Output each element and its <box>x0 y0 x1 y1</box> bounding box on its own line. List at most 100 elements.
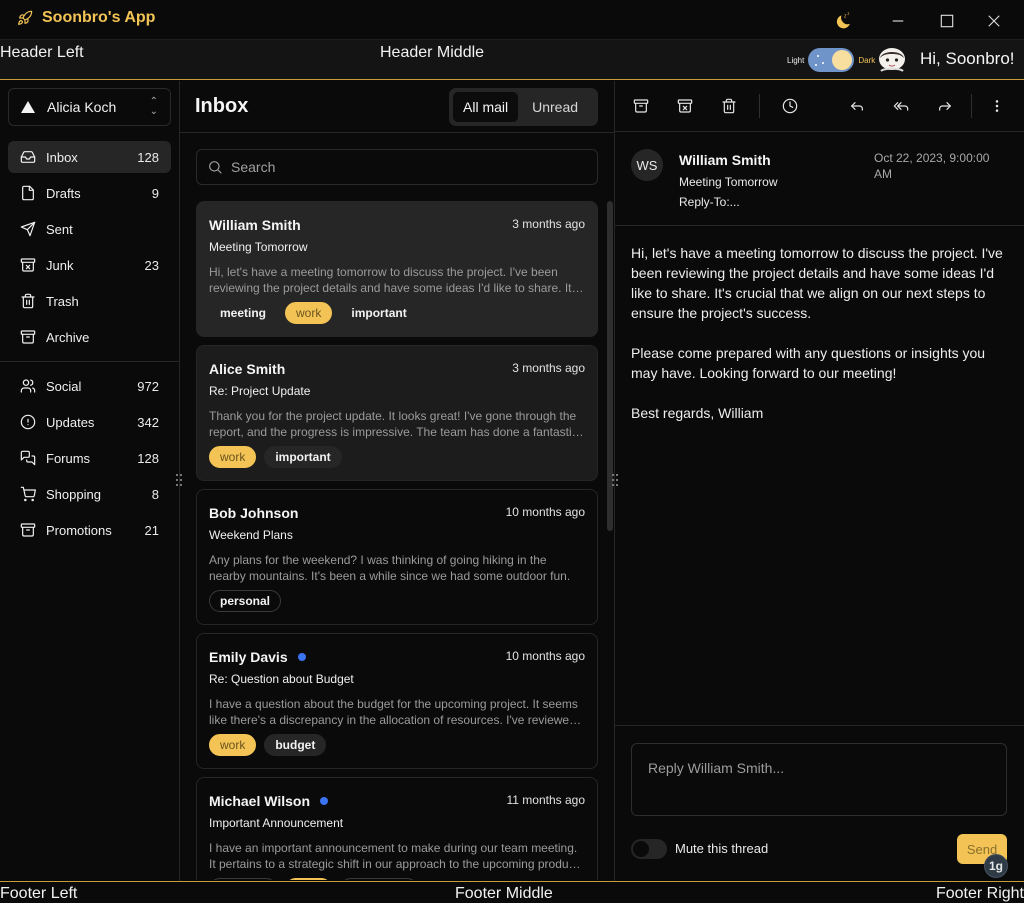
search-box <box>196 149 598 185</box>
sidebar-item-count: 128 <box>137 450 159 466</box>
sidebar-item-count: 9 <box>151 185 159 201</box>
mail-subject: Meeting Tomorrow <box>209 240 308 254</box>
mail-item[interactable]: Alice Smith 3 months ago Re: Project Upd… <box>196 345 598 481</box>
search-input[interactable] <box>231 159 571 175</box>
sidebar-item-drafts[interactable]: Drafts 9 <box>8 177 171 209</box>
minimize-button[interactable] <box>887 10 909 32</box>
account-switcher[interactable]: Alicia Koch ⌃ ⌄ <box>8 88 171 126</box>
mail-sender-name: Bob Johnson <box>209 505 299 521</box>
message-body: Hi, let's have a meeting tomorrow to dis… <box>631 243 1011 443</box>
footer-right: Footer Right <box>935 885 1024 902</box>
sidebar-item-junk[interactable]: Junk 23 <box>8 249 171 281</box>
tag[interactable]: work <box>209 734 257 756</box>
message-paragraph: Hi, let's have a meeting tomorrow to dis… <box>631 245 1003 321</box>
messages-icon <box>20 450 36 466</box>
message-subject: Meeting Tomorrow <box>679 175 778 189</box>
greeting: Hi, Soonbro! <box>920 49 1015 68</box>
reply-input[interactable] <box>631 743 1007 816</box>
sidebar-divider <box>0 361 180 362</box>
mail-preview: I have a question about the budget for t… <box>209 697 578 727</box>
close-button[interactable] <box>983 10 1005 32</box>
message-date: Oct 22, 2023, 9:00:00 AM <box>874 151 990 181</box>
vercel-logo-icon <box>21 101 35 113</box>
sidebar-item-label: Archive <box>46 329 90 345</box>
archive-x-icon <box>20 258 36 272</box>
floating-badge[interactable]: 1g <box>984 854 1008 878</box>
primary-nav: Inbox 128 Drafts 9 Sent Junk 23 Trash Ar… <box>8 141 171 357</box>
trash-button[interactable] <box>720 97 738 115</box>
app-footer: Footer Left Footer Middle Footer Right <box>0 881 1024 902</box>
mail-tags: work budget <box>209 734 327 756</box>
sidebar-item-forums[interactable]: Forums 128 <box>8 442 171 474</box>
archive-icon <box>633 99 649 113</box>
clock-icon <box>782 98 798 114</box>
sidebar-item-sent[interactable]: Sent <box>8 213 171 245</box>
toolbar-divider <box>971 94 972 118</box>
message-header: WS William Smith Meeting Tomorrow Reply-… <box>615 132 1024 226</box>
mail-sender: William Smith <box>209 217 301 233</box>
mute-thread-label: Mute this thread <box>675 841 769 856</box>
night-mode-icon[interactable]: zz <box>833 10 855 32</box>
sidebar-item-count: 342 <box>137 414 159 430</box>
page-title: Inbox <box>195 95 249 117</box>
tag[interactable]: important <box>264 446 342 468</box>
svg-text:z: z <box>847 11 849 16</box>
sidebar-item-social[interactable]: Social 972 <box>8 370 171 402</box>
secondary-nav: Social 972 Updates 342 Forums 128 Shoppi… <box>8 370 171 550</box>
sender-name: William Smith <box>679 152 771 168</box>
title-bar: Soonbro's App zz <box>0 0 1024 40</box>
sidebar-item-label: Promotions <box>46 522 112 538</box>
sidebar-item-updates[interactable]: Updates 342 <box>8 406 171 438</box>
theme-toggle[interactable] <box>808 48 855 72</box>
tag[interactable]: work <box>209 446 257 468</box>
account-name: Alicia Koch <box>47 99 117 115</box>
tag[interactable]: important <box>340 878 418 880</box>
user-avatar[interactable] <box>876 44 908 76</box>
sidebar-item-label: Social <box>46 378 82 394</box>
more-options-button[interactable] <box>988 97 1006 115</box>
mute-thread-toggle[interactable] <box>631 839 667 859</box>
sidebar-item-shopping[interactable]: Shopping 8 <box>8 478 171 510</box>
theme-switch[interactable]: Light Dark <box>787 47 875 73</box>
sidebar-item-archive[interactable]: Archive <box>8 321 171 353</box>
reply-button[interactable] <box>848 97 866 115</box>
mail-item[interactable]: Emily Davis 10 months ago Re: Question a… <box>196 633 598 769</box>
sidebar-item-label: Trash <box>46 293 79 309</box>
tag[interactable]: meeting <box>209 302 278 324</box>
sidebar: Alicia Koch ⌃ ⌄ Inbox 128 Drafts 9 Sent J… <box>0 81 180 881</box>
reply-area: Mute this thread Send 1g <box>615 725 1024 881</box>
mail-item[interactable]: Michael Wilson 11 months ago Important A… <box>196 777 598 880</box>
sidebar-item-promotions[interactable]: Promotions 21 <box>8 514 171 546</box>
unread-dot <box>320 797 329 805</box>
maximize-button[interactable] <box>936 10 958 32</box>
tag[interactable]: important <box>340 302 418 324</box>
archive-button[interactable] <box>632 97 650 115</box>
tag[interactable]: personal <box>209 590 282 612</box>
sidebar-item-inbox[interactable]: Inbox 128 <box>8 141 171 173</box>
tag[interactable]: work <box>285 302 333 324</box>
move-to-junk-button[interactable] <box>676 97 694 115</box>
mail-item[interactable]: Bob Johnson 10 months ago Weekend Plans … <box>196 489 598 625</box>
mail-subject: Re: Question about Budget <box>209 672 354 686</box>
mail-sender-name: Michael Wilson <box>209 793 311 809</box>
mail-subject: Re: Project Update <box>209 384 311 398</box>
snooze-button[interactable] <box>781 97 799 115</box>
mail-toolbar <box>615 81 1024 132</box>
forward-button[interactable] <box>936 97 954 115</box>
reply-all-button[interactable] <box>892 97 910 115</box>
tag[interactable]: budget <box>264 734 327 756</box>
mail-item[interactable]: William Smith 3 months ago Meeting Tomor… <box>196 201 598 337</box>
inbox-icon <box>20 151 36 163</box>
tab-unread[interactable]: Unread <box>522 92 588 122</box>
search-icon <box>209 161 222 174</box>
tag[interactable]: meeting <box>209 878 278 880</box>
reply-all-icon <box>893 102 909 111</box>
tab-all-mail[interactable]: All mail <box>453 92 519 122</box>
reply-icon <box>851 102 863 111</box>
sidebar-item-trash[interactable]: Trash <box>8 285 171 317</box>
trash-icon <box>21 293 35 309</box>
mail-sender: Emily Davis <box>209 649 306 665</box>
theme-dark-label: Dark <box>858 55 876 65</box>
mail-preview: Any plans for the weekend? I was thinkin… <box>209 553 571 583</box>
tag[interactable]: work <box>285 878 333 880</box>
